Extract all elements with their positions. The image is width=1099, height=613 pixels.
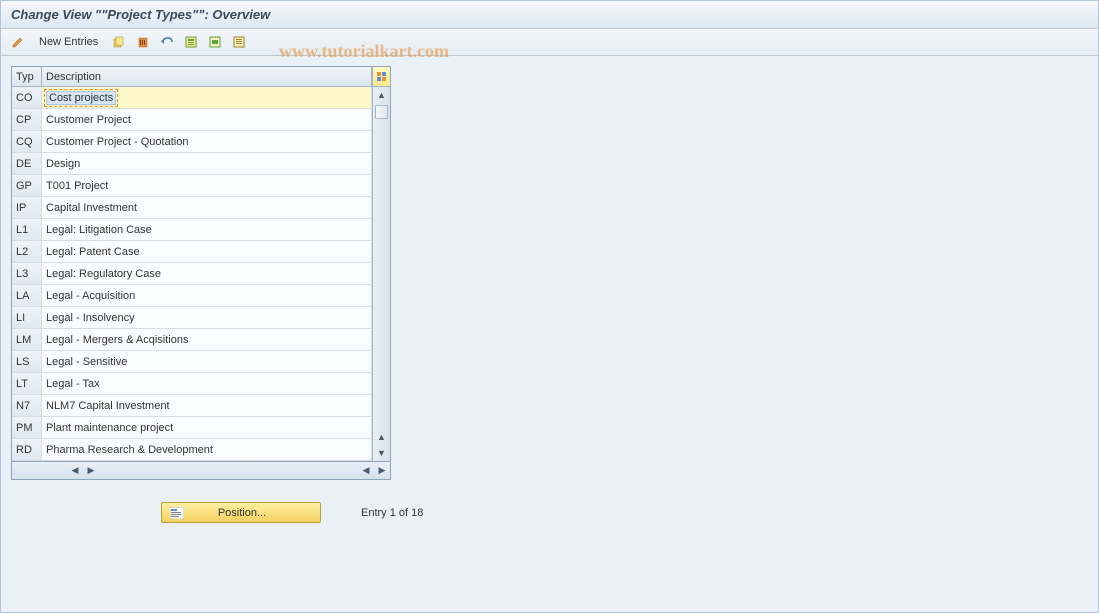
- scroll-right-step-icon[interactable]: ▶: [83, 465, 99, 476]
- cell-description[interactable]: Legal: Regulatory Case: [42, 263, 372, 284]
- cell-description[interactable]: Legal: Litigation Case: [42, 219, 372, 240]
- table-row[interactable]: COCost projects: [12, 87, 372, 109]
- table-row[interactable]: PMPlant maintenance project: [12, 417, 372, 439]
- table-row[interactable]: RDPharma Research & Development: [12, 439, 372, 461]
- cell-description[interactable]: Legal - Acquisition: [42, 285, 372, 306]
- cell-typ[interactable]: CP: [12, 109, 42, 130]
- cell-typ[interactable]: LS: [12, 351, 42, 372]
- cell-typ[interactable]: CO: [12, 87, 42, 108]
- new-entries-button[interactable]: New Entries: [33, 34, 104, 50]
- cell-typ[interactable]: GP: [12, 175, 42, 196]
- copy-icon[interactable]: [110, 33, 128, 51]
- table-row[interactable]: L2Legal: Patent Case: [12, 241, 372, 263]
- cell-typ[interactable]: L1: [12, 219, 42, 240]
- table-row[interactable]: LALegal - Acquisition: [12, 285, 372, 307]
- deselect-all-icon[interactable]: [230, 33, 248, 51]
- scroll-step-up-icon[interactable]: ▲: [373, 429, 390, 445]
- cell-typ[interactable]: L3: [12, 263, 42, 284]
- table-row[interactable]: LTLegal - Tax: [12, 373, 372, 395]
- cell-typ[interactable]: PM: [12, 417, 42, 438]
- select-all-icon[interactable]: [182, 33, 200, 51]
- table-row[interactable]: CPCustomer Project: [12, 109, 372, 131]
- cell-description[interactable]: Legal - Mergers & Acqisitions: [42, 329, 372, 350]
- toolbar: New Entries: [1, 29, 1098, 56]
- table-row[interactable]: GPT001 Project: [12, 175, 372, 197]
- scroll-right-icon[interactable]: ▶: [374, 465, 390, 476]
- cell-description[interactable]: Customer Project - Quotation: [42, 131, 372, 152]
- delete-icon[interactable]: [134, 33, 152, 51]
- undo-icon[interactable]: [158, 33, 176, 51]
- cell-typ[interactable]: LT: [12, 373, 42, 394]
- pencil-edit-icon[interactable]: [9, 33, 27, 51]
- table-row[interactable]: LMLegal - Mergers & Acqisitions: [12, 329, 372, 351]
- table-row[interactable]: L3Legal: Regulatory Case: [12, 263, 372, 285]
- position-button-label: Position...: [194, 507, 290, 519]
- cell-description[interactable]: Legal - Sensitive: [42, 351, 372, 372]
- cell-typ[interactable]: N7: [12, 395, 42, 416]
- scroll-left-icon[interactable]: ◀: [67, 465, 83, 476]
- table-row[interactable]: L1Legal: Litigation Case: [12, 219, 372, 241]
- cell-description[interactable]: Design: [42, 153, 372, 174]
- cell-description[interactable]: Pharma Research & Development: [42, 439, 372, 460]
- table-row[interactable]: LSLegal - Sensitive: [12, 351, 372, 373]
- scroll-up-icon[interactable]: ▲: [373, 87, 390, 103]
- entry-status-text: Entry 1 of 18: [361, 507, 423, 519]
- table-row[interactable]: CQCustomer Project - Quotation: [12, 131, 372, 153]
- select-block-icon[interactable]: [206, 33, 224, 51]
- cell-description[interactable]: Legal - Tax: [42, 373, 372, 394]
- table-row[interactable]: N7NLM7 Capital Investment: [12, 395, 372, 417]
- horizontal-scrollbar[interactable]: ◀ ▶ ◀ ▶: [11, 462, 391, 480]
- table-config-icon[interactable]: [373, 67, 390, 87]
- cell-description[interactable]: Plant maintenance project: [42, 417, 372, 438]
- column-header-typ[interactable]: Typ: [12, 67, 42, 86]
- cell-typ[interactable]: LI: [12, 307, 42, 328]
- cell-typ[interactable]: DE: [12, 153, 42, 174]
- page-title: Change View ""Project Types"": Overview: [1, 1, 1098, 29]
- cell-typ[interactable]: RD: [12, 439, 42, 460]
- position-button[interactable]: Position...: [161, 502, 321, 523]
- cell-description[interactable]: T001 Project: [42, 175, 372, 196]
- scroll-down-icon[interactable]: ▼: [373, 445, 390, 461]
- column-header-description[interactable]: Description: [42, 67, 372, 86]
- cell-description[interactable]: Capital Investment: [42, 197, 372, 218]
- cell-typ[interactable]: LA: [12, 285, 42, 306]
- cell-typ[interactable]: L2: [12, 241, 42, 262]
- cell-description[interactable]: Legal - Insolvency: [42, 307, 372, 328]
- scroll-left-step-icon[interactable]: ◀: [358, 465, 374, 476]
- cell-typ[interactable]: LM: [12, 329, 42, 350]
- table-row[interactable]: LILegal - Insolvency: [12, 307, 372, 329]
- cell-description[interactable]: Customer Project: [42, 109, 372, 130]
- table-row[interactable]: DEDesign: [12, 153, 372, 175]
- cell-description[interactable]: NLM7 Capital Investment: [42, 395, 372, 416]
- position-icon: [170, 507, 184, 519]
- project-types-table: Typ Description COCost projectsCPCustome…: [11, 66, 391, 462]
- cell-typ[interactable]: CQ: [12, 131, 42, 152]
- cell-typ[interactable]: IP: [12, 197, 42, 218]
- scroll-thumb[interactable]: [375, 105, 388, 119]
- vertical-scrollbar[interactable]: ▲ ▲ ▼: [372, 67, 390, 461]
- cell-description[interactable]: Cost projects: [42, 87, 372, 108]
- table-row[interactable]: IPCapital Investment: [12, 197, 372, 219]
- cell-description[interactable]: Legal: Patent Case: [42, 241, 372, 262]
